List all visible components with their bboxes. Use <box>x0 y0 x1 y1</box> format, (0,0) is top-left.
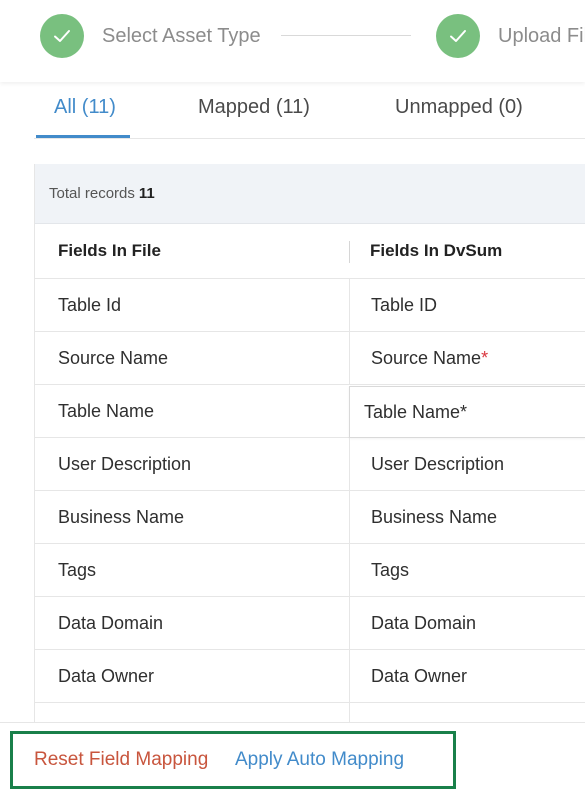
dvsum-field-label: Tags <box>371 559 410 580</box>
dvsum-field-cell <box>349 703 585 722</box>
step-select-asset-type: Select Asset Type <box>40 14 261 58</box>
dvsum-field-label: User Description <box>371 453 505 474</box>
dvsum-field-cell: Data Owner <box>349 650 585 702</box>
check-icon <box>40 14 84 58</box>
table-row: User Description User Description <box>35 438 585 491</box>
dvsum-field-label: Table Name* <box>364 401 468 422</box>
stepper: Select Asset Type Upload File <box>0 0 585 82</box>
active-tab-indicator <box>36 135 130 138</box>
step-connector <box>281 35 411 36</box>
reset-field-mapping-button[interactable]: Reset Field Mapping <box>34 749 208 771</box>
table-row: Data Owner Data Owner <box>35 650 585 703</box>
table-row: Table Id Table ID <box>35 279 585 332</box>
table-row <box>35 703 585 722</box>
mapping-tabs: All (11) Mapped (11) Unmapped (0) <box>34 82 585 139</box>
file-field-cell: Table Name <box>58 400 155 421</box>
dvsum-field-select[interactable]: Table Name* <box>349 386 585 438</box>
dvsum-field-cell: Tags <box>349 544 585 596</box>
dvsum-field-label: Data Owner <box>371 665 468 686</box>
column-header-fields-in-file: Fields In File <box>58 241 161 260</box>
required-marker: * <box>481 347 489 368</box>
step-label: Upload File <box>498 24 585 47</box>
tab-all[interactable]: All (11) <box>54 96 116 119</box>
table-row: Data Domain Data Domain <box>35 597 585 650</box>
file-field-cell: User Description <box>58 453 192 474</box>
check-icon <box>436 14 480 58</box>
dvsum-field-label: Table ID <box>371 294 438 315</box>
tab-unmapped[interactable]: Unmapped (0) <box>395 96 523 119</box>
file-field-cell <box>35 703 349 722</box>
total-records-label: Total records <box>49 185 135 202</box>
dvsum-field-cell: Table ID <box>349 279 585 331</box>
tab-mapped[interactable]: Mapped (11) <box>198 96 310 119</box>
dvsum-field-label: Source Name <box>371 347 482 368</box>
apply-auto-mapping-button[interactable]: Apply Auto Mapping <box>235 749 404 771</box>
table-row: Table Name Table Name* <box>35 385 585 438</box>
column-header-fields-in-dvsum: Fields In DvSum <box>349 224 585 278</box>
file-field-cell: Source Name <box>58 347 169 368</box>
step-upload-file: Upload File <box>436 14 585 58</box>
step-label: Select Asset Type <box>102 24 261 47</box>
dvsum-field-cell: User Description <box>349 438 585 490</box>
dvsum-field-cell: Data Domain <box>349 597 585 649</box>
dvsum-field-cell: Source Name * <box>349 332 585 384</box>
file-field-cell: Data Domain <box>58 612 164 633</box>
table-row: Tags Tags <box>35 544 585 597</box>
total-records: Total records 11 <box>35 164 585 224</box>
dvsum-field-label: Business Name <box>371 506 498 527</box>
field-mapping-table: Total records 11 Fields In File Fields I… <box>34 164 585 722</box>
total-records-count: 11 <box>138 185 155 202</box>
file-field-cell: Data Owner <box>58 665 155 686</box>
table-header: Fields In File Fields In DvSum <box>35 224 585 279</box>
file-field-cell: Business Name <box>58 506 185 527</box>
footer-actions: Reset Field Mapping Apply Auto Mapping <box>0 722 585 797</box>
dvsum-field-label: Data Domain <box>371 612 477 633</box>
table-row: Source Name Source Name * <box>35 332 585 385</box>
file-field-cell: Table Id <box>58 294 122 315</box>
dvsum-field-cell: Business Name <box>349 491 585 543</box>
table-row: Business Name Business Name <box>35 491 585 544</box>
file-field-cell: Tags <box>58 559 97 580</box>
